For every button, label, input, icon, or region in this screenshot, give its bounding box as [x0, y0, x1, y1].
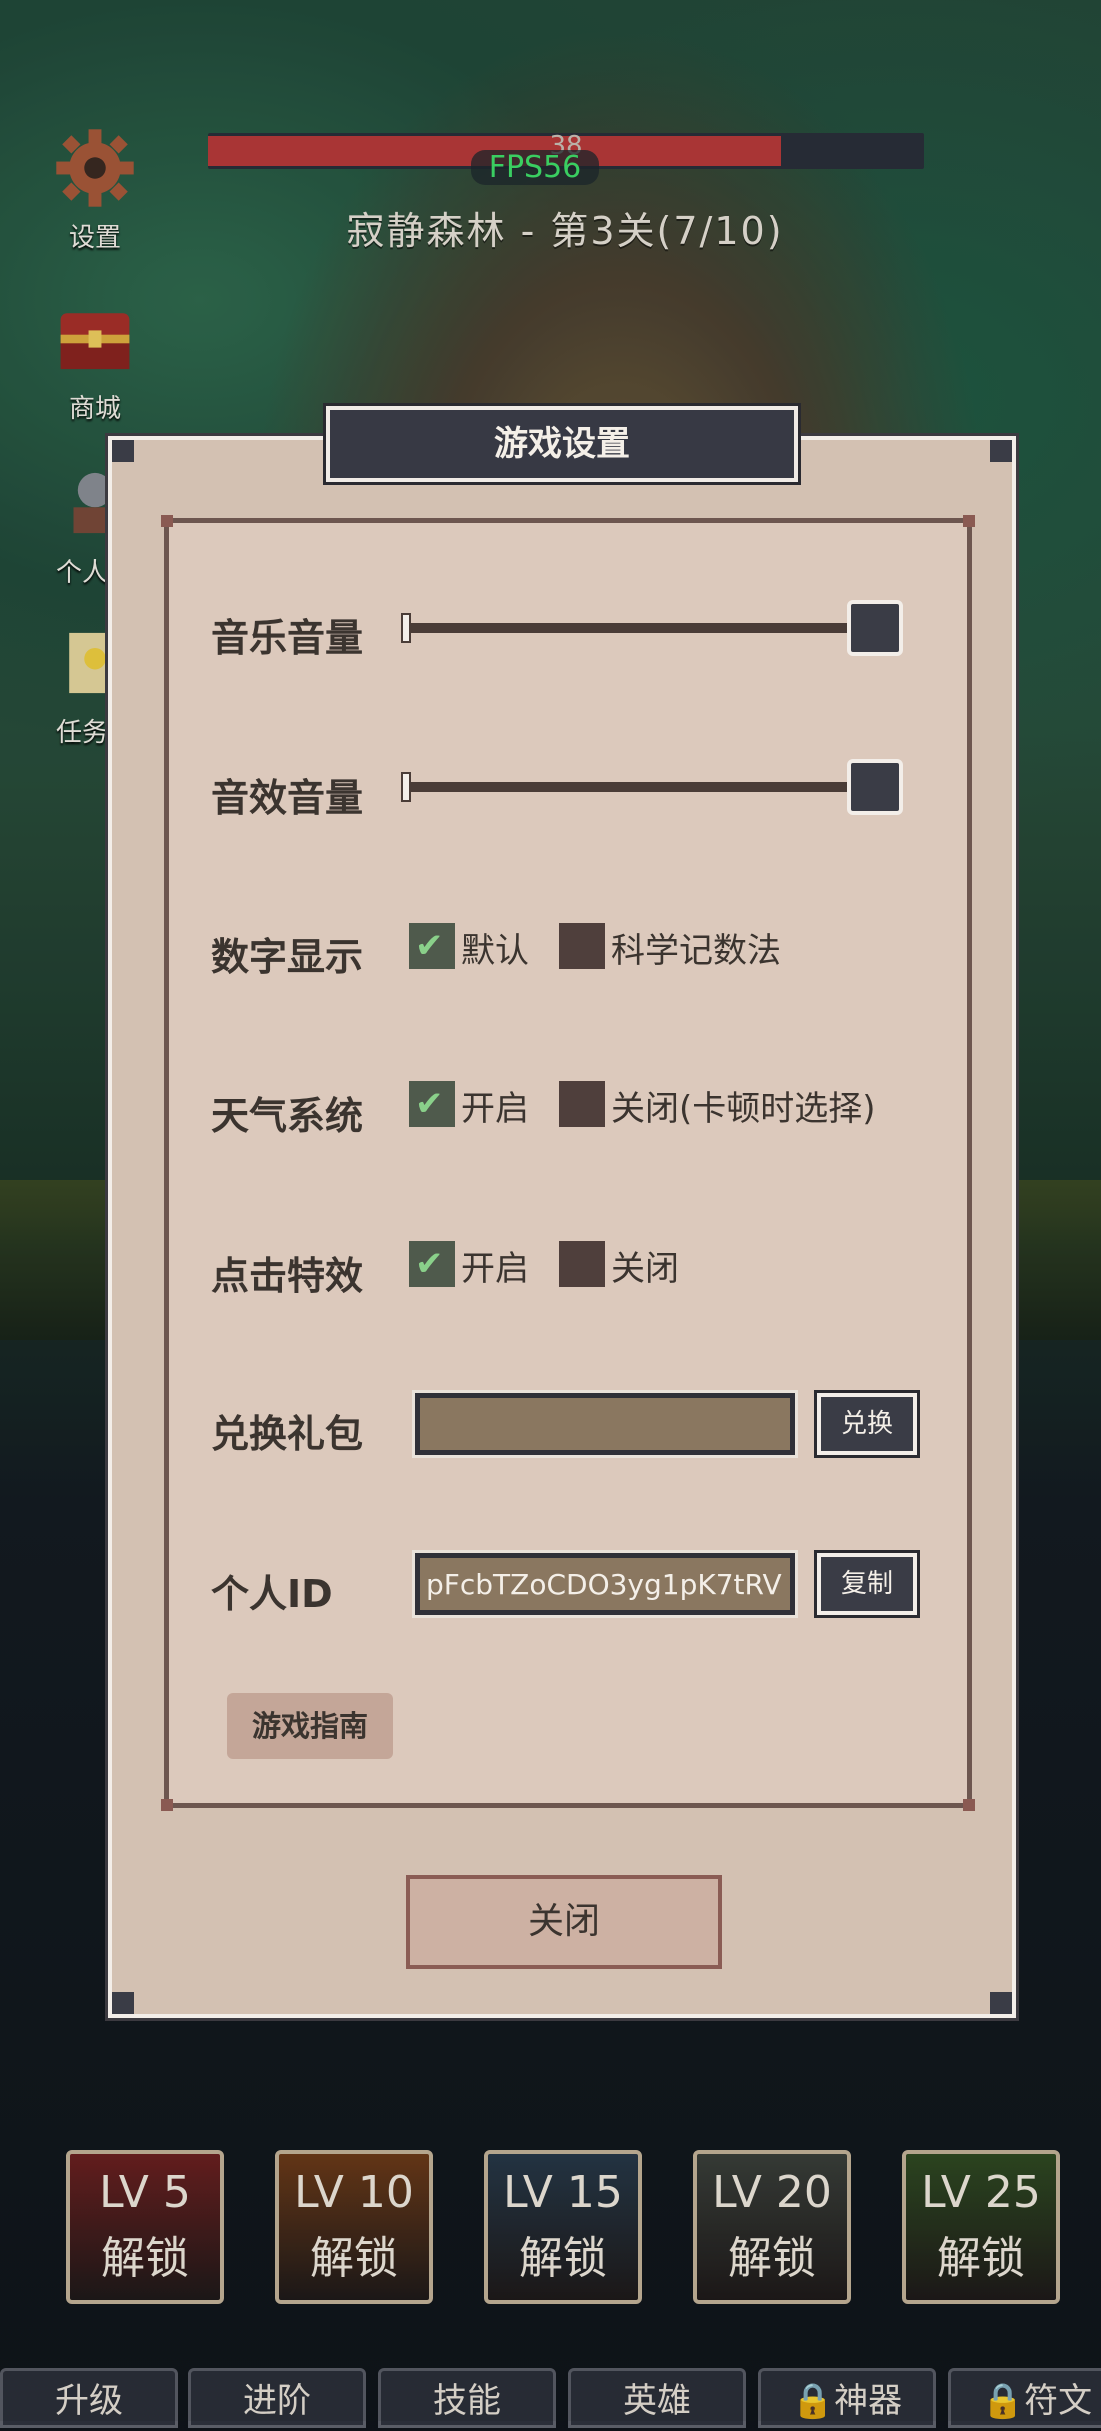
player-id-label: 个人ID — [211, 1572, 333, 1616]
frame-corner — [990, 440, 1012, 462]
panel-rivet — [161, 1799, 173, 1811]
player-id-input[interactable] — [420, 1558, 790, 1610]
click-effect-label: 点击特效 — [211, 1254, 364, 1298]
redeem-code-input[interactable] — [420, 1398, 790, 1450]
frame-corner — [990, 1992, 1012, 2014]
sfx-volume-slider[interactable] — [401, 772, 887, 802]
number-display-default-option: 默认 — [461, 931, 529, 971]
panel-rivet — [963, 1799, 975, 1811]
number-display-label: 数字显示 — [211, 935, 364, 979]
sfx-volume-knob[interactable] — [847, 759, 903, 815]
frame-corner — [112, 1992, 134, 2014]
game-guide-button[interactable]: 游戏指南 — [227, 1693, 393, 1759]
redeem-gift-label: 兑换礼包 — [211, 1412, 364, 1456]
settings-dialog: 音乐音量 音效音量 数字显示 默认 科学记数法 天气系统 开启 关闭(卡顿时选择… — [108, 436, 1016, 2018]
weather-system-label: 天气系统 — [211, 1094, 364, 1138]
slider-track-start — [401, 772, 411, 802]
music-volume-knob[interactable] — [847, 600, 903, 656]
weather-off-option: 关闭(卡顿时选择) — [611, 1089, 876, 1129]
redeem-code-field[interactable] — [415, 1393, 795, 1455]
weather-off-checkbox[interactable] — [559, 1081, 605, 1127]
music-volume-label: 音乐音量 — [211, 616, 364, 660]
number-display-scientific-checkbox[interactable] — [559, 923, 605, 969]
player-id-field[interactable] — [415, 1553, 795, 1615]
sfx-volume-label: 音效音量 — [211, 776, 364, 820]
number-display-scientific-option: 科学记数法 — [611, 931, 781, 971]
click-effect-off-checkbox[interactable] — [559, 1241, 605, 1287]
panel-rivet — [161, 515, 173, 527]
weather-on-checkbox[interactable] — [409, 1081, 455, 1127]
number-display-default-checkbox[interactable] — [409, 923, 455, 969]
click-effect-on-option: 开启 — [461, 1249, 529, 1289]
close-button[interactable]: 关闭 — [406, 1875, 722, 1969]
click-effect-off-option: 关闭 — [611, 1249, 679, 1289]
copy-id-button[interactable]: 复制 — [817, 1553, 917, 1615]
click-effect-on-checkbox[interactable] — [409, 1241, 455, 1287]
panel-rivet — [963, 515, 975, 527]
music-volume-slider[interactable] — [401, 613, 887, 643]
dialog-title: 游戏设置 — [326, 406, 798, 482]
frame-corner — [112, 440, 134, 462]
weather-on-option: 开启 — [461, 1089, 529, 1129]
redeem-button[interactable]: 兑换 — [817, 1393, 917, 1455]
settings-panel: 音乐音量 音效音量 数字显示 默认 科学记数法 天气系统 开启 关闭(卡顿时选择… — [161, 515, 975, 1811]
slider-track-start — [401, 613, 411, 643]
